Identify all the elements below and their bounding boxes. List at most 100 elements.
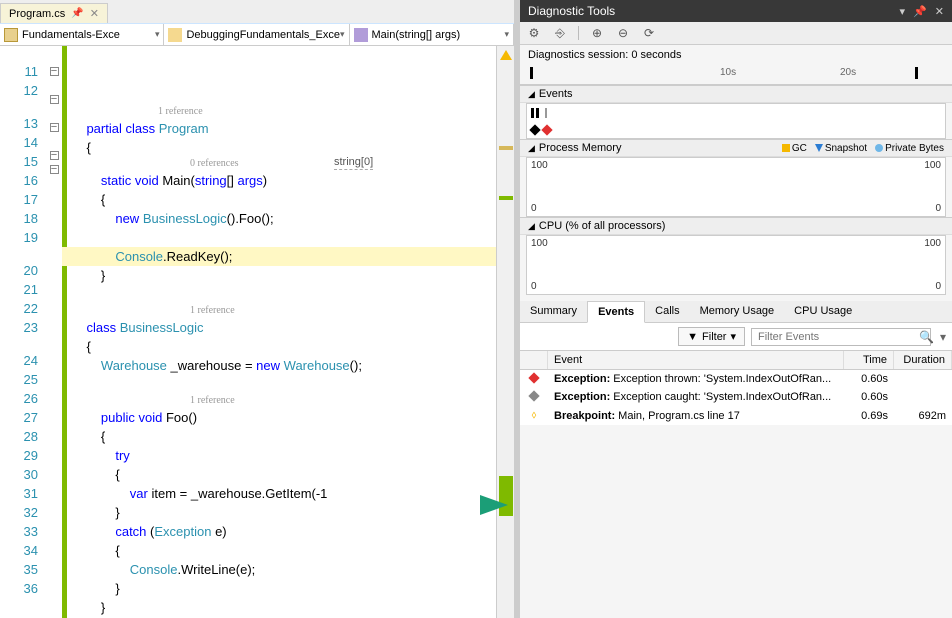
- method-dropdown[interactable]: Main(string[] args) ▾: [350, 24, 514, 45]
- section-label: CPU (% of all processors): [539, 220, 666, 232]
- diagnostic-title-bar: Diagnostic Tools ▾ 📌 ✕: [520, 0, 952, 22]
- filter-events-input[interactable]: [751, 328, 931, 346]
- search-icon[interactable]: 🔍: [919, 330, 934, 344]
- scroll-mark: [499, 196, 513, 200]
- legend-snapshot: Snapshot: [815, 143, 867, 154]
- pin-icon[interactable]: 📌: [71, 8, 83, 19]
- diagnostic-tools-panel: Diagnostic Tools ▾ 📌 ✕ ⚙ ⎆ ⊕ ⊖ ⟳ Diagnos…: [520, 0, 952, 618]
- fold-toggle[interactable]: −: [50, 67, 59, 76]
- col-duration[interactable]: Duration: [894, 351, 952, 369]
- events-table: Event Time Duration Exception: Exception…: [520, 351, 952, 425]
- y-min-r: 0: [935, 203, 941, 214]
- namespace-icon: [4, 28, 18, 42]
- y-max-r: 100: [924, 160, 941, 171]
- tab-cpu-usage[interactable]: CPU Usage: [784, 301, 862, 322]
- diagnostic-toolbar: ⚙ ⎆ ⊕ ⊖ ⟳: [520, 22, 952, 45]
- fold-gutter: − − − − −: [46, 46, 62, 618]
- panel-title: Diagnostic Tools: [528, 4, 615, 18]
- col-event[interactable]: Event: [548, 351, 844, 369]
- namespace-label: Fundamentals-Exce: [22, 29, 120, 41]
- code-editor[interactable]: 1112 13141516171819 20212223 24252627282…: [0, 46, 514, 618]
- breakpoint-icon: ⬨: [532, 409, 537, 421]
- events-timeline[interactable]: [526, 103, 946, 139]
- col-time[interactable]: Time: [844, 351, 894, 369]
- window-dropdown-icon[interactable]: ▾: [900, 5, 906, 18]
- session-info: Diagnostics session: 0 seconds: [520, 45, 952, 65]
- fold-toggle[interactable]: −: [50, 151, 59, 160]
- cpu-chart[interactable]: 100 0 100 0: [526, 235, 946, 295]
- legend-private-bytes: Private Bytes: [875, 143, 944, 154]
- method-label: Main(string[] args): [372, 29, 461, 41]
- pause-icon: [531, 108, 541, 118]
- expand-icon: ◢: [528, 221, 535, 232]
- code-editor-panel: Program.cs 📌 ✕ Fundamentals-Exce ▾ Debug…: [0, 0, 520, 618]
- chevron-down-icon[interactable]: ▾: [940, 330, 946, 344]
- scroll-mark: [499, 146, 513, 150]
- class-label: DebuggingFundamentals_Exce: [186, 29, 340, 41]
- line-number-gutter: 1112 13141516171819 20212223 24252627282…: [0, 46, 46, 618]
- event-row[interactable]: Exception: Exception caught: 'System.Ind…: [520, 388, 952, 406]
- chevron-down-icon: ▾: [340, 29, 345, 40]
- tab-calls[interactable]: Calls: [645, 301, 689, 322]
- tab-events[interactable]: Events: [587, 301, 645, 323]
- code-area[interactable]: 1 reference partial class Program {0 ref…: [62, 46, 496, 618]
- class-icon: [168, 28, 182, 42]
- fold-toggle[interactable]: −: [50, 95, 59, 104]
- zoom-out-icon[interactable]: ⊖: [615, 25, 631, 41]
- expand-icon: ◢: [528, 143, 535, 154]
- event-row[interactable]: Exception: Exception thrown: 'System.Ind…: [520, 370, 952, 388]
- exception-icon: [528, 372, 539, 383]
- gear-icon[interactable]: ⚙: [526, 25, 542, 41]
- tab-summary[interactable]: Summary: [520, 301, 587, 322]
- method-icon: [354, 28, 368, 42]
- close-icon[interactable]: ✕: [935, 5, 944, 18]
- event-tick: [545, 108, 547, 118]
- chevron-down-icon: ▾: [504, 29, 509, 40]
- y-min: 0: [531, 281, 537, 292]
- diamond-icon: [541, 124, 552, 135]
- tab-memory-usage[interactable]: Memory Usage: [690, 301, 785, 322]
- legend-gc: GC: [782, 143, 807, 154]
- close-icon[interactable]: ✕: [90, 7, 99, 20]
- navigation-dropdown-bar: Fundamentals-Exce ▾ DebuggingFundamental…: [0, 24, 514, 46]
- timeline-ruler[interactable]: 10s 20s: [520, 65, 952, 85]
- zoom-in-icon[interactable]: ⊕: [589, 25, 605, 41]
- y-max: 100: [531, 160, 548, 171]
- chevron-down-icon: ▾: [155, 29, 160, 40]
- events-section-header[interactable]: ◢ Events: [520, 85, 952, 103]
- y-min-r: 0: [935, 281, 941, 292]
- fold-toggle[interactable]: −: [50, 123, 59, 132]
- filter-icon: ▼: [687, 331, 698, 343]
- event-row[interactable]: ⬨Breakpoint: Main, Program.cs line 170.6…: [520, 406, 952, 425]
- document-tab-bar: Program.cs 📌 ✕: [0, 0, 514, 24]
- timeline-tick: 10s: [720, 67, 736, 78]
- document-tab[interactable]: Program.cs 📌 ✕: [0, 3, 108, 23]
- pin-icon[interactable]: 📌: [913, 5, 927, 18]
- y-max-r: 100: [924, 238, 941, 249]
- timeline-tick: 20s: [840, 67, 856, 78]
- filter-label: Filter: [702, 331, 726, 343]
- namespace-dropdown[interactable]: Fundamentals-Exce ▾: [0, 24, 164, 45]
- memory-chart[interactable]: 100 0 100 0: [526, 157, 946, 217]
- timeline-marker: [915, 67, 918, 79]
- y-min: 0: [531, 203, 537, 214]
- filter-bar: ▼ Filter ▾ 🔍 ▾: [520, 323, 952, 351]
- select-tool-icon[interactable]: ⎆: [552, 25, 568, 41]
- cpu-section-header[interactable]: ◢ CPU (% of all processors): [520, 217, 952, 235]
- filter-button[interactable]: ▼ Filter ▾: [678, 327, 745, 346]
- tab-title: Program.cs: [9, 8, 65, 20]
- memory-section-header[interactable]: ◢ Process Memory GC Snapshot Private Byt…: [520, 139, 952, 157]
- fold-toggle[interactable]: −: [50, 165, 59, 174]
- section-label: Process Memory: [539, 142, 622, 154]
- expand-icon: ◢: [528, 89, 535, 100]
- table-header: Event Time Duration: [520, 351, 952, 370]
- exception-caught-icon: [528, 390, 539, 401]
- y-max: 100: [531, 238, 548, 249]
- chevron-down-icon: ▾: [730, 330, 736, 343]
- class-dropdown[interactable]: DebuggingFundamentals_Exce ▾: [164, 24, 349, 45]
- warning-icon: [500, 50, 512, 60]
- reset-view-icon[interactable]: ⟳: [641, 25, 657, 41]
- scroll-map[interactable]: [496, 46, 514, 618]
- detail-tabs: SummaryEventsCallsMemory UsageCPU Usage: [520, 301, 952, 323]
- section-label: Events: [539, 88, 573, 100]
